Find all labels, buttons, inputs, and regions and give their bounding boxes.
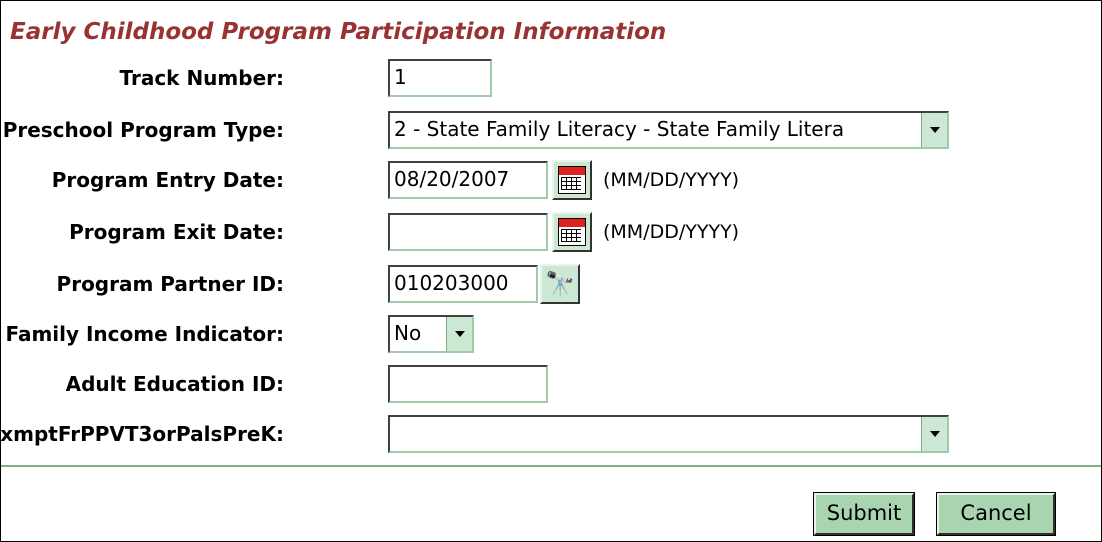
divider: [1, 465, 1101, 467]
entry-date-calendar-button[interactable]: [552, 160, 592, 200]
family-income-indicator-row: Family Income Indicator: No: [1, 315, 1001, 353]
program-entry-date-row: Program Entry Date: 08/20/2007 (MM/DD/YY…: [1, 160, 1001, 200]
chevron-down-icon[interactable]: [921, 113, 947, 147]
entry-date-format-hint: (MM/DD/YYYY): [603, 169, 740, 191]
family-income-indicator-value: No: [394, 321, 422, 345]
cancel-button[interactable]: Cancel: [936, 492, 1056, 536]
exit-date-calendar-button[interactable]: [552, 212, 592, 252]
preschool-program-type-value: 2 - State Family Literacy - State Family…: [394, 117, 845, 141]
submit-button[interactable]: Submit: [813, 492, 915, 536]
program-entry-date-input[interactable]: 08/20/2007: [388, 161, 548, 199]
family-income-indicator-label: Family Income Indicator:: [5, 322, 284, 346]
adult-education-id-row: Adult Education ID:: [1, 365, 1001, 403]
exmpt-label: ExmptFrPPVT3orPalsPreK:: [0, 422, 284, 446]
calendar-icon: [558, 166, 586, 194]
form-title: Early Childhood Program Participation In…: [10, 19, 667, 45]
program-exit-date-label: Program Exit Date:: [69, 220, 284, 244]
binoculars-icon: 🔭: [545, 270, 575, 298]
preschool-program-type-row: Preschool Program Type: 2 - State Family…: [1, 111, 1001, 149]
chevron-down-icon[interactable]: [446, 317, 472, 351]
track-number-row: Track Number: 1: [1, 59, 1001, 97]
program-exit-date-input[interactable]: [388, 213, 548, 251]
program-exit-date-row: Program Exit Date: (MM/DD/YYYY): [1, 212, 1001, 252]
exmpt-select[interactable]: [388, 415, 949, 453]
program-partner-id-row: Program Partner ID: 010203000 🔭: [1, 264, 1001, 304]
program-entry-date-label: Program Entry Date:: [51, 168, 284, 192]
exit-date-format-hint: (MM/DD/YYYY): [603, 221, 740, 243]
adult-education-id-input[interactable]: [388, 365, 548, 403]
program-partner-id-input[interactable]: 010203000: [388, 265, 538, 303]
track-number-input[interactable]: 1: [388, 59, 492, 97]
preschool-program-type-select[interactable]: 2 - State Family Literacy - State Family…: [388, 111, 949, 149]
track-number-label: Track Number:: [119, 66, 284, 90]
form-panel: Early Childhood Program Participation In…: [0, 0, 1102, 542]
chevron-down-icon[interactable]: [921, 417, 947, 451]
partner-search-button[interactable]: 🔭: [540, 264, 580, 304]
family-income-indicator-select[interactable]: No: [388, 315, 474, 353]
calendar-icon: [558, 218, 586, 246]
exmpt-row: ExmptFrPPVT3orPalsPreK:: [0, 415, 1001, 453]
adult-education-id-label: Adult Education ID:: [65, 372, 284, 396]
preschool-program-type-label: Preschool Program Type:: [2, 118, 284, 142]
program-partner-id-label: Program Partner ID:: [56, 272, 284, 296]
